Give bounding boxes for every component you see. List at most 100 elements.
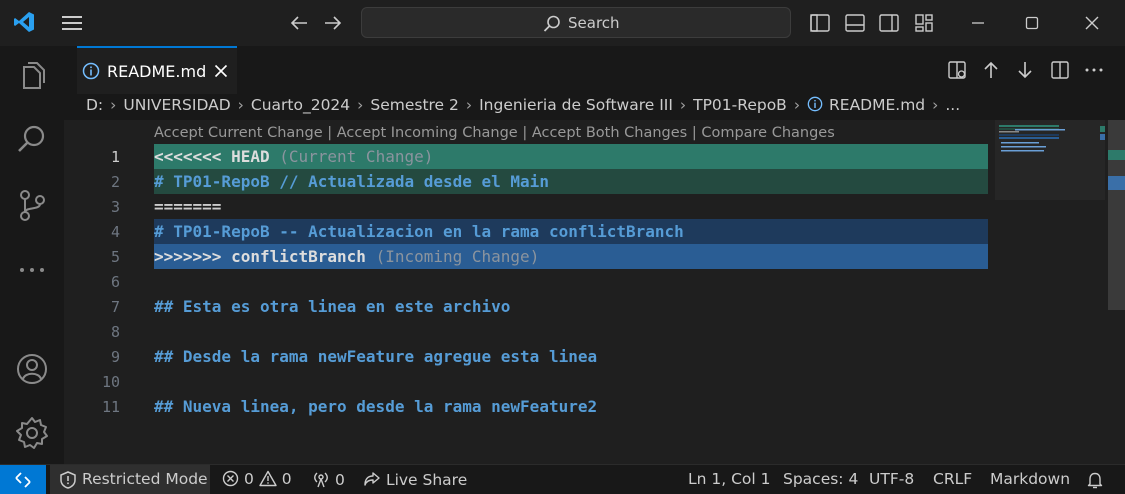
vertical-scrollbar[interactable] (1108, 120, 1125, 464)
breadcrumb-item[interactable]: Ingenieria de Software III (479, 96, 673, 114)
code-line: 7 ## Esta es otra linea en este archivo (64, 294, 1108, 319)
command-center-search[interactable]: Search (361, 7, 791, 38)
encoding-button[interactable]: UTF-8 (869, 470, 914, 488)
warning-icon (259, 470, 277, 487)
info-icon (82, 62, 100, 80)
ports-count: 0 (334, 471, 345, 489)
line-number: 7 (110, 298, 120, 316)
line-number: 6 (110, 273, 120, 291)
merge-conflict-codelens[interactable]: Accept Current Change | Accept Incoming … (154, 125, 835, 141)
arrow-right-icon[interactable] (321, 11, 345, 35)
previous-conflict-arrow-up-icon[interactable] (980, 59, 1002, 81)
code-text: ======= (154, 197, 222, 216)
status-bar: Restricted Mode 0 0 0 Live Share Ln 1, C… (0, 464, 1125, 494)
breadcrumb-file-label: README.md (829, 96, 926, 114)
chevron-right-icon: › (237, 96, 244, 114)
conflict-marker: <<<<<<< HEAD (154, 147, 270, 166)
end-of-line-button[interactable]: CRLF (933, 470, 972, 488)
code-text: ## Nueva linea, pero desde la rama newFe… (154, 397, 598, 416)
cursor-position-button[interactable]: Ln 1, Col 1 (688, 470, 771, 488)
line-number: 10 (101, 373, 120, 391)
breadcrumb-item[interactable]: UNIVERSIDAD (123, 96, 230, 114)
ports-button[interactable]: 0 (312, 470, 345, 489)
breadcrumb: D: › UNIVERSIDAD › Cuarto_2024 › Semestre 2 › In… (86, 96, 960, 120)
conflict-hint: (Incoming Change) (375, 247, 540, 266)
next-conflict-arrow-down-icon[interactable] (1014, 59, 1036, 81)
more-actions-icon[interactable] (1083, 59, 1105, 81)
chevron-right-icon: › (679, 96, 687, 114)
chevron-right-icon: › (110, 96, 117, 114)
chevron-right-icon: › (357, 96, 364, 114)
language-mode-button[interactable]: Markdown (990, 470, 1070, 488)
editor-content[interactable]: Accept Current Change | Accept Incoming … (64, 120, 1108, 464)
notifications-bell-icon[interactable] (1085, 470, 1105, 490)
code-text: ## Esta es otra linea en este archivo (154, 297, 511, 316)
search-view-icon[interactable] (14, 122, 50, 158)
code-line: 9 ## Desde la rama newFeature agregue es… (64, 344, 1108, 369)
breadcrumb-item[interactable]: Cuarto_2024 (251, 96, 350, 114)
problems-button[interactable]: 0 0 (222, 470, 292, 488)
open-preview-to-side-icon[interactable] (946, 59, 968, 81)
breadcrumb-item[interactable]: D: (86, 96, 103, 114)
code-text: # TP01-RepoB -- Actualizacion en la rama… (154, 222, 684, 241)
breadcrumb-item[interactable]: TP01-RepoB (693, 96, 787, 114)
breadcrumb-symbols[interactable]: ... (945, 96, 960, 114)
indentation-button[interactable]: Spaces: 4 (783, 470, 858, 488)
line-number: 5 (110, 248, 120, 266)
explorer-icon[interactable] (14, 58, 50, 94)
line-number: 4 (110, 223, 120, 241)
info-icon (807, 96, 823, 112)
remote-indicator-button[interactable] (0, 465, 46, 494)
shield-icon (60, 471, 76, 489)
conflict-marker: >>>>>>> conflictBranch (154, 247, 366, 266)
more-views-icon[interactable] (14, 252, 50, 288)
scrollbar-thumb[interactable] (1108, 120, 1125, 310)
editor-tabs: README.md (64, 46, 1125, 94)
customize-layout-icon[interactable] (912, 11, 936, 35)
code-text: ## Desde la rama newFeature agregue esta… (154, 347, 598, 366)
search-label: Search (568, 14, 620, 32)
breadcrumb-file[interactable]: README.md (807, 96, 925, 114)
code-line: 1 <<<<<<< HEAD (Current Change) (64, 144, 1108, 169)
toggle-panel-icon[interactable] (843, 11, 867, 35)
vscode-logo-icon[interactable] (12, 10, 36, 34)
minimap[interactable] (995, 120, 1105, 200)
line-number: 1 (110, 148, 120, 166)
source-control-icon[interactable] (14, 187, 50, 223)
live-share-button[interactable]: Live Share (363, 470, 467, 489)
code-line: 3 ======= (64, 194, 1108, 219)
live-share-label: Live Share (385, 471, 468, 489)
toggle-secondary-sidebar-icon[interactable] (877, 11, 901, 35)
line-number: 9 (110, 348, 120, 366)
title-bar: Search (0, 0, 1125, 46)
maximize-icon[interactable] (1020, 11, 1044, 35)
code-line: 5 >>>>>>> conflictBranch (Incoming Chang… (64, 244, 1108, 269)
line-number: 2 (110, 173, 120, 191)
restricted-mode-button[interactable]: Restricted Mode (50, 465, 210, 494)
chevron-right-icon: › (932, 96, 939, 114)
search-icon (543, 15, 560, 32)
manage-gear-icon[interactable] (14, 415, 50, 451)
code-line: 10 (64, 369, 1108, 394)
remote-icon (15, 472, 31, 488)
hamburger-menu-icon[interactable] (60, 12, 84, 34)
scrollbar-current-change-marker (1108, 150, 1125, 160)
activity-bar (0, 46, 64, 464)
code-text: # TP01-RepoB // Actualizada desde el Mai… (154, 172, 549, 191)
close-window-icon[interactable] (1080, 11, 1104, 35)
tab-readme[interactable]: README.md (77, 46, 237, 94)
split-editor-icon[interactable] (1049, 59, 1071, 81)
minimize-icon[interactable] (966, 11, 990, 35)
line-number: 8 (110, 323, 120, 341)
broadcast-icon (314, 472, 328, 488)
error-count: 0 (243, 470, 254, 488)
code-line: 11 ## Nueva linea, pero desde la rama ne… (64, 394, 1108, 419)
close-tab-icon[interactable] (212, 62, 230, 80)
accounts-icon[interactable] (14, 351, 50, 387)
code-line: 8 (64, 319, 1108, 344)
chevron-right-icon: › (465, 96, 473, 114)
arrow-left-icon[interactable] (287, 11, 311, 35)
line-number: 11 (101, 398, 120, 416)
breadcrumb-item[interactable]: Semestre 2 (370, 96, 459, 114)
toggle-primary-sidebar-icon[interactable] (808, 11, 832, 35)
